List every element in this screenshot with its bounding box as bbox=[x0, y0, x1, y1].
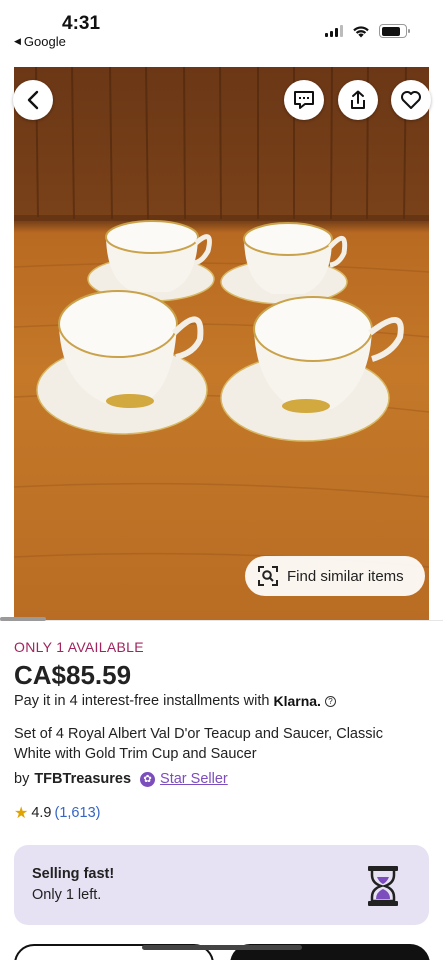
star-icon: ★ bbox=[14, 805, 29, 822]
message-seller-button[interactable] bbox=[284, 80, 324, 120]
product-image[interactable] bbox=[14, 67, 429, 620]
seller-info: by TFBTreasures ✿ Star Seller bbox=[14, 771, 228, 787]
star-seller-link[interactable]: Star Seller bbox=[160, 771, 228, 787]
back-app-label: Google bbox=[23, 34, 66, 49]
signal-icon bbox=[325, 25, 343, 37]
info-icon[interactable]: ? bbox=[324, 695, 336, 707]
seller-name-link[interactable]: TFBTreasures bbox=[34, 771, 131, 787]
image-pager-indicator bbox=[0, 617, 46, 621]
back-button[interactable] bbox=[13, 80, 53, 120]
status-icons bbox=[325, 24, 410, 38]
visual-search-icon bbox=[258, 566, 278, 586]
find-similar-items-button[interactable]: Find similar items bbox=[245, 556, 425, 596]
price: CA$85.59 bbox=[14, 660, 132, 690]
home-indicator bbox=[142, 945, 302, 950]
back-arrow-icon bbox=[27, 90, 39, 110]
share-icon bbox=[351, 90, 365, 109]
status-bar: 4:31 ◀ Google bbox=[0, 0, 443, 62]
bottom-action-bar bbox=[0, 940, 443, 960]
review-count-link[interactable]: (1,613) bbox=[55, 805, 101, 821]
installments-info[interactable]: Pay it in 4 interest-free installments w… bbox=[14, 693, 336, 709]
heart-icon bbox=[401, 91, 421, 109]
battery-icon bbox=[379, 24, 410, 38]
back-triangle-icon: ◀ bbox=[14, 36, 21, 46]
status-time: 4:31 bbox=[62, 13, 101, 34]
rating-value: 4.9 bbox=[31, 805, 52, 821]
find-similar-label: Find similar items bbox=[287, 567, 404, 585]
installments-text: Pay it in 4 interest-free installments w… bbox=[14, 693, 270, 709]
listing-title: Set of 4 Royal Albert Val D'or Teacup an… bbox=[14, 726, 383, 762]
share-button[interactable] bbox=[338, 80, 378, 120]
message-icon bbox=[294, 91, 314, 109]
star-seller-badge-icon: ✿ bbox=[140, 771, 156, 787]
klarna-logo: Klarna. bbox=[273, 693, 321, 709]
image-pager-track bbox=[0, 620, 443, 621]
favorite-button[interactable] bbox=[391, 80, 431, 120]
wifi-icon bbox=[353, 25, 369, 37]
seller-prefix: by bbox=[14, 771, 30, 787]
selling-fast-card: Selling fast! Only 1 left. bbox=[14, 845, 429, 925]
selling-fast-title: Selling fast! bbox=[32, 866, 115, 882]
back-to-google-link[interactable]: ◀ Google bbox=[14, 34, 66, 49]
hourglass-icon bbox=[368, 866, 398, 906]
shop-rating[interactable]: ★ 4.9 (1,613) bbox=[14, 803, 100, 823]
availability-label: ONLY 1 AVAILABLE bbox=[14, 639, 144, 655]
selling-fast-subtitle: Only 1 left. bbox=[32, 887, 102, 903]
